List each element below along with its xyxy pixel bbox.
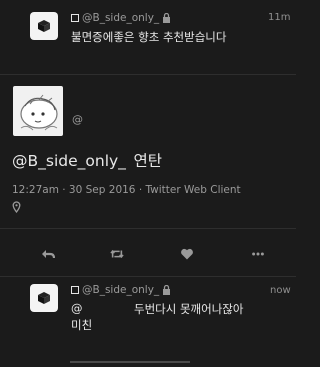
reply-button[interactable] xyxy=(38,246,58,262)
lock-icon xyxy=(163,13,171,23)
more-button[interactable] xyxy=(248,246,268,262)
handle[interactable]: @B_side_only_ xyxy=(82,12,159,24)
avatar[interactable] xyxy=(30,12,58,40)
square-icon xyxy=(71,286,79,294)
reply-mention[interactable]: @ xyxy=(71,301,83,315)
divider xyxy=(0,276,296,277)
main-tweet-text: @B_side_only_ 연탄 xyxy=(12,149,162,171)
handle-row: @B_side_only_ xyxy=(71,12,171,24)
location-pin-icon[interactable] xyxy=(12,201,21,213)
next-tweet-peek xyxy=(70,361,270,367)
tweet-time[interactable]: now xyxy=(270,285,291,296)
handle-row: @B_side_only_ xyxy=(71,284,171,296)
heart-icon xyxy=(181,248,193,260)
reply-text-line2: 미친 xyxy=(71,318,93,332)
more-icon xyxy=(252,252,264,256)
divider xyxy=(0,74,296,75)
sketch-image xyxy=(13,86,63,136)
square-icon xyxy=(71,14,79,22)
reply-text-line1: 두번다시 못깨어나잖아 xyxy=(134,302,244,316)
cube-icon xyxy=(38,20,50,32)
retweet-icon xyxy=(110,249,124,259)
mention-link[interactable]: @B_side_only_ xyxy=(12,152,126,170)
retweet-button[interactable] xyxy=(107,246,127,262)
card-handle[interactable]: @ xyxy=(72,113,83,126)
lock-icon xyxy=(163,285,171,295)
like-button[interactable] xyxy=(177,246,197,262)
divider xyxy=(0,228,296,229)
tweet-time[interactable]: 11m xyxy=(268,12,290,23)
tweet-text: 불면증에좋은 향초 추천받습니다 xyxy=(71,30,227,44)
avatar[interactable] xyxy=(30,284,58,312)
main-tweet-body: 연탄 xyxy=(133,152,162,170)
tweet-timestamp[interactable]: 12:27am · 30 Sep 2016 · Twitter Web Clie… xyxy=(12,184,241,196)
cube-icon xyxy=(38,292,50,304)
handle[interactable]: @B_side_only_ xyxy=(82,284,159,296)
reply-icon xyxy=(42,250,55,259)
